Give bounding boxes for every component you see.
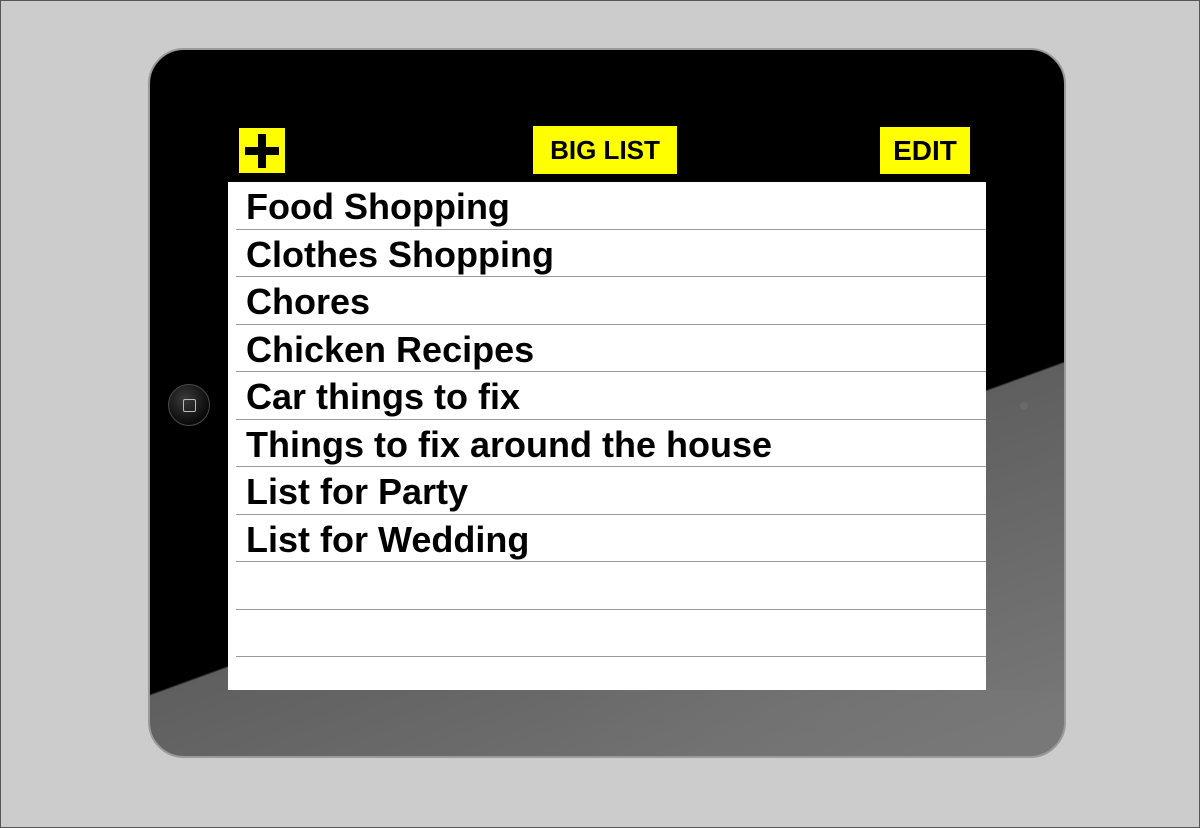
list-item-label: Chores [246,281,371,322]
camera-icon [1020,402,1028,410]
list-item-label: Food Shopping [246,186,510,227]
plus-icon-vertical [258,134,266,168]
home-square-icon [182,398,196,412]
empty-list-row[interactable] [236,610,986,657]
list-item[interactable]: List for Wedding [236,515,986,562]
list-item[interactable]: Food Shopping [236,182,986,230]
list-item-label: Things to fix around the house [246,423,772,465]
list-item[interactable]: Car things to fix [236,372,986,420]
list-item-label: Chicken Recipes [246,328,535,370]
list-item-label: List for Party [246,471,469,512]
add-list-button[interactable] [239,128,285,173]
list-item-label: Car things to fix [246,376,521,417]
tablet-reflection [550,690,1064,756]
list-item[interactable]: List for Party [236,467,986,515]
empty-list-row[interactable] [236,657,986,690]
list-item-label: Clothes Shopping [246,233,554,275]
list-item-label: List for Wedding [246,518,530,560]
list-item[interactable]: Things to fix around the house [236,420,986,467]
navigation-bar: BIG LIST EDIT [228,118,986,182]
list-item[interactable]: Chores [236,277,986,325]
list-item[interactable]: Chicken Recipes [236,325,986,372]
list-table: Food Shopping Clothes Shopping Chores Ch… [228,182,986,690]
app-screen: BIG LIST EDIT Food Shopping Clothes Shop… [228,118,986,690]
edit-button[interactable]: EDIT [880,127,970,174]
list-item[interactable]: Clothes Shopping [236,230,986,277]
empty-list-row[interactable] [236,562,986,610]
home-button[interactable] [168,384,210,426]
page-title: BIG LIST [533,126,677,174]
